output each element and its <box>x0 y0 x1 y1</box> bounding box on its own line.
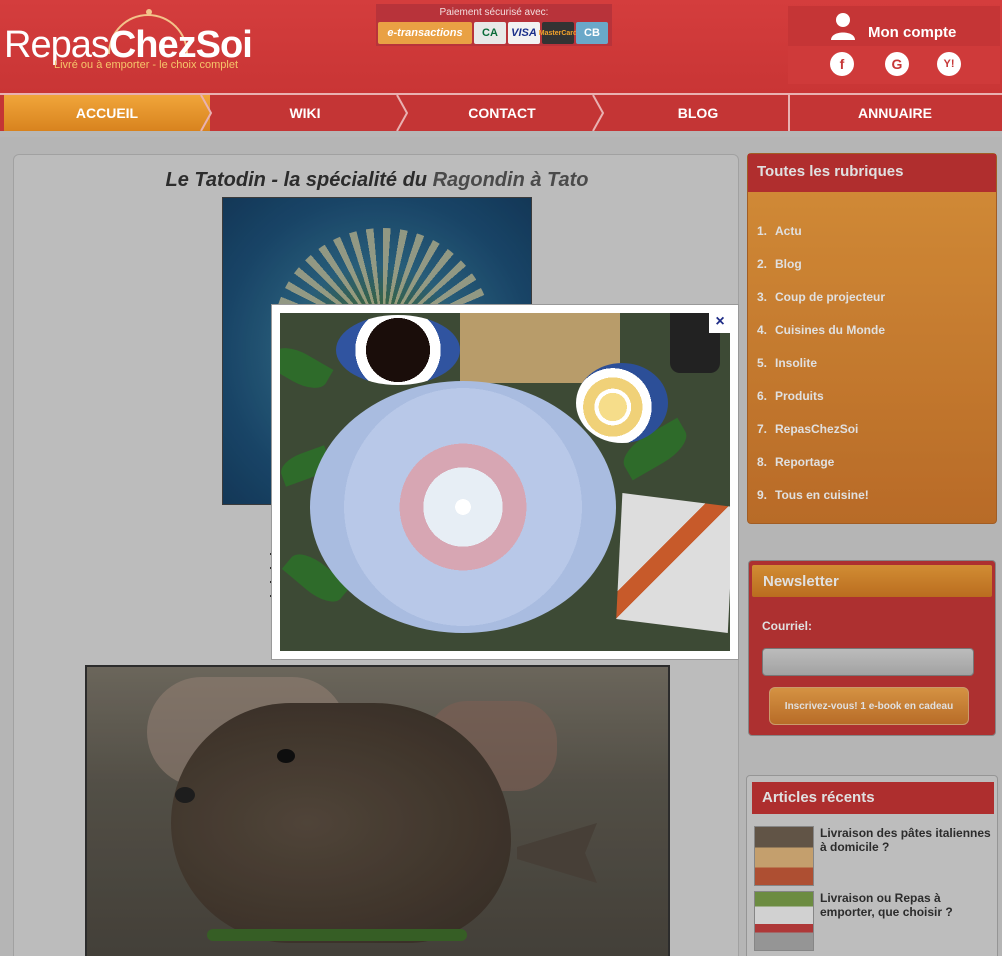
yahoo-icon[interactable]: Y! <box>937 52 961 76</box>
nav-item-wiki[interactable]: WIKI <box>210 95 400 131</box>
account-box: Mon compte f G Y! <box>788 6 1000 84</box>
payment-cards: e-transactions CA VISA MasterCard CB <box>378 22 608 44</box>
leaf-decoration <box>280 340 334 396</box>
site-logo[interactable]: RepasChezSoi Livré ou à emporter - le ch… <box>4 6 253 86</box>
facebook-icon[interactable]: f <box>830 52 854 76</box>
etransactions-logo: e-transactions <box>378 22 472 44</box>
account-label: Mon compte <box>868 24 957 41</box>
soy-sauce-bowl <box>336 315 460 385</box>
sashimi-plate <box>310 381 616 633</box>
nav-item-accueil[interactable]: ACCUEIL <box>4 95 210 131</box>
lightbox-modal: × <box>271 304 739 660</box>
nav-separator <box>592 95 604 131</box>
nav-item-blog[interactable]: BLOG <box>600 95 796 131</box>
payment-label: Paiement sécurisé avec: <box>439 7 549 18</box>
nav-separator <box>396 95 408 131</box>
site-header: RepasChezSoi Livré ou à emporter - le ch… <box>0 0 1002 93</box>
close-icon[interactable]: × <box>709 311 731 333</box>
nav-item-contact[interactable]: CONTACT <box>404 95 600 131</box>
nav-divider <box>788 95 790 131</box>
nav-separator <box>200 95 212 131</box>
account-link[interactable]: Mon compte <box>788 6 1000 46</box>
visa-logo: VISA <box>508 22 540 44</box>
fish-skin-bowl <box>616 493 730 633</box>
ca-logo: CA <box>474 22 506 44</box>
lemon-bowl <box>576 363 668 443</box>
nav-item-annuaire[interactable]: ANNUAIRE <box>790 95 1000 131</box>
main-nav: ACCUEIL WIKI CONTACT BLOG ANNUAIRE <box>0 93 1002 131</box>
fugu-sashimi-image <box>280 313 730 651</box>
google-icon[interactable]: G <box>885 52 909 76</box>
logo-tagline: Livré ou à emporter - le choix complet <box>54 59 239 71</box>
logo-cloche-handle <box>146 9 152 15</box>
payment-banner: Paiement sécurisé avec: e-transactions C… <box>376 4 612 46</box>
user-icon <box>831 13 855 40</box>
mastercard-logo: MasterCard <box>539 22 577 44</box>
cb-logo: CB <box>576 22 608 44</box>
